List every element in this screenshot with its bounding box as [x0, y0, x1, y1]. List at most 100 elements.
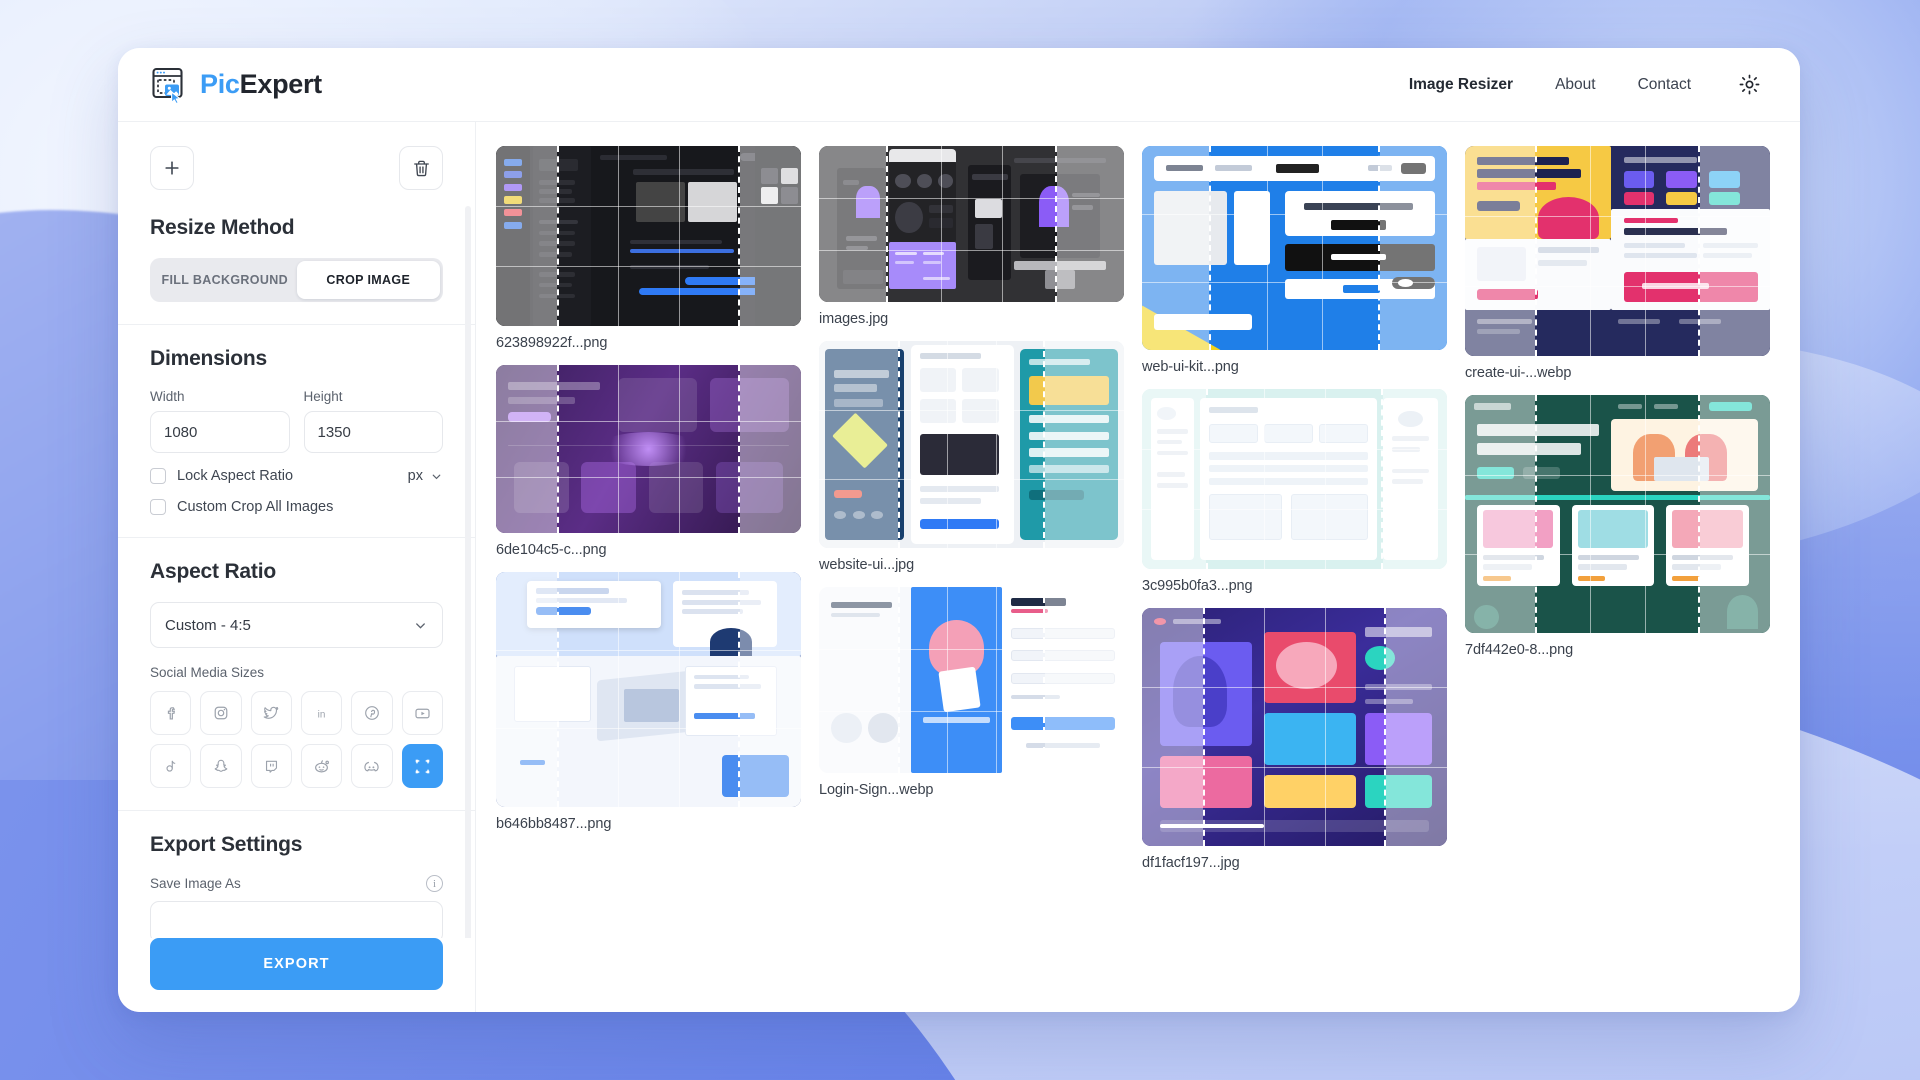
image-filename: b646bb8487...png [496, 815, 612, 832]
image-thumbnail[interactable] [496, 364, 801, 533]
image-filename: Login-Sign...webp [819, 781, 934, 798]
resize-option-fill-background[interactable]: FILL BACKGROUND [153, 261, 297, 299]
export-button[interactable]: EXPORT [150, 938, 443, 990]
social-size-custom[interactable] [401, 744, 443, 788]
aspect-ratio-selected-value: Custom - 4:5 [165, 616, 251, 634]
gallery-item[interactable]: df1facf197...jpg [1142, 608, 1447, 871]
save-image-as-input[interactable] [150, 901, 443, 943]
gallery-item[interactable]: 7df442e0-8...png [1465, 395, 1770, 658]
resize-method-title: Resize Method [150, 216, 295, 239]
gallery-item[interactable]: create-ui-...webp [1465, 146, 1770, 381]
image-thumbnail[interactable] [819, 146, 1124, 302]
gallery-item[interactable]: website-ui...jpg [819, 340, 1124, 573]
facebook-icon [167, 707, 175, 720]
gallery-item[interactable]: images.jpg [819, 146, 1124, 327]
social-size-youtube[interactable] [401, 691, 443, 735]
brand-name: PicExpert [200, 69, 322, 100]
width-field-group: Width [150, 389, 290, 453]
gallery-item[interactable]: 6de104c5-c...png [496, 364, 801, 558]
social-size-twitter[interactable] [250, 691, 292, 735]
gallery-item[interactable]: Login-Sign...webp [819, 586, 1124, 798]
sidebar-footer: EXPORT [118, 938, 475, 1012]
dimension-fields: Width Height [150, 389, 443, 453]
youtube-icon [415, 708, 430, 718]
main-navigation: Image Resizer About Contact [1409, 74, 1760, 95]
discord-icon [364, 761, 380, 771]
nav-contact[interactable]: Contact [1638, 76, 1691, 94]
brand-name-expert: Expert [239, 69, 323, 99]
brand-name-pic: Pic [200, 69, 240, 99]
plus-icon [165, 161, 179, 175]
dimensions-title: Dimensions [150, 347, 268, 370]
gallery-item[interactable]: 623898922f...png [496, 146, 801, 351]
twitter-icon [264, 706, 279, 719]
image-thumbnail[interactable] [1465, 395, 1770, 634]
sidebar-scroll-area: Resize Method FILL BACKGROUND CROP IMAGE… [118, 122, 475, 1012]
height-field-group: Height [303, 389, 443, 453]
resize-method-segmented-control: FILL BACKGROUND CROP IMAGE [150, 258, 443, 302]
gallery-column-3: web-ui-kit...png 3c995b0fa3...png df1fac… [1142, 146, 1447, 871]
height-label: Height [303, 389, 343, 404]
nav-about[interactable]: About [1555, 76, 1596, 94]
resize-method-section: Resize Method FILL BACKGROUND CROP IMAGE [118, 190, 475, 325]
aspect-ratio-select[interactable]: Custom - 4:5 [150, 602, 443, 648]
custom-crop-all-label: Custom Crop All Images [177, 499, 334, 515]
social-size-reddit[interactable] [300, 744, 343, 788]
image-thumbnail[interactable] [496, 571, 801, 807]
settings-sidebar: Resize Method FILL BACKGROUND CROP IMAGE… [118, 122, 476, 1012]
picexpert-logo-icon [152, 67, 183, 104]
social-size-instagram[interactable] [200, 691, 242, 735]
social-size-tiktok[interactable] [150, 744, 192, 788]
image-thumbnail[interactable] [496, 146, 801, 326]
width-input[interactable] [150, 411, 290, 453]
gallery-column-2: images.jpg website-ui...jpg Login-Sign..… [819, 146, 1124, 798]
image-filename: images.jpg [819, 310, 889, 327]
image-thumbnail[interactable] [819, 586, 1124, 773]
aspect-ratio-title: Aspect Ratio [150, 560, 276, 583]
social-size-snapchat[interactable] [200, 744, 242, 788]
image-filename: 623898922f...png [496, 334, 608, 351]
save-image-as-row: Save Image As i [150, 875, 443, 892]
social-size-twitch[interactable] [250, 744, 292, 788]
image-filename: df1facf197...jpg [1142, 855, 1240, 872]
image-thumbnail[interactable] [1142, 608, 1447, 847]
export-settings-title: Export Settings [150, 833, 303, 856]
gallery-item[interactable]: b646bb8487...png [496, 571, 801, 832]
app-window: PicExpert Image Resizer About Contact Re… [118, 48, 1800, 1012]
reddit-icon [315, 759, 330, 772]
social-media-sizes-label: Social Media Sizes [150, 665, 265, 680]
height-input[interactable] [303, 411, 443, 453]
add-images-button[interactable] [150, 146, 194, 190]
image-thumbnail[interactable] [1142, 389, 1447, 570]
save-image-as-label: Save Image As [150, 876, 241, 891]
social-size-pinterest[interactable] [351, 691, 393, 735]
svg-text:in: in [318, 709, 326, 720]
chevron-down-icon [432, 474, 441, 479]
pinterest-icon [365, 706, 379, 720]
lock-aspect-ratio-label: Lock Aspect Ratio [177, 468, 294, 484]
brand-logo[interactable]: PicExpert [150, 65, 322, 105]
social-size-discord[interactable] [351, 744, 393, 788]
gallery-item[interactable]: 3c995b0fa3...png [1142, 389, 1447, 594]
social-size-linkedin[interactable]: in [300, 691, 343, 735]
lock-aspect-ratio-checkbox[interactable] [150, 468, 166, 484]
gallery-item[interactable]: web-ui-kit...png [1142, 146, 1447, 375]
image-filename: web-ui-kit...png [1142, 359, 1239, 376]
unit-select[interactable]: px [408, 468, 443, 484]
social-size-facebook[interactable] [150, 691, 192, 735]
social-media-sizes-grid: in [150, 691, 443, 788]
resize-option-crop-image[interactable]: CROP IMAGE [296, 261, 440, 299]
custom-crop-all-checkbox[interactable] [150, 499, 166, 515]
delete-all-button[interactable] [399, 146, 443, 190]
unit-value: px [407, 468, 423, 484]
lock-aspect-ratio-row: Lock Aspect Ratio px [150, 468, 443, 484]
sidebar-scrollbar[interactable] [465, 206, 471, 982]
nav-image-resizer[interactable]: Image Resizer [1409, 76, 1513, 94]
sun-icon[interactable] [1739, 74, 1760, 95]
info-icon[interactable]: i [426, 875, 443, 892]
image-filename: 7df442e0-8...png [1465, 642, 1574, 659]
image-thumbnail[interactable] [819, 340, 1124, 548]
image-thumbnail[interactable] [1465, 146, 1770, 357]
image-thumbnail[interactable] [1142, 146, 1447, 351]
twitch-icon [265, 760, 277, 773]
